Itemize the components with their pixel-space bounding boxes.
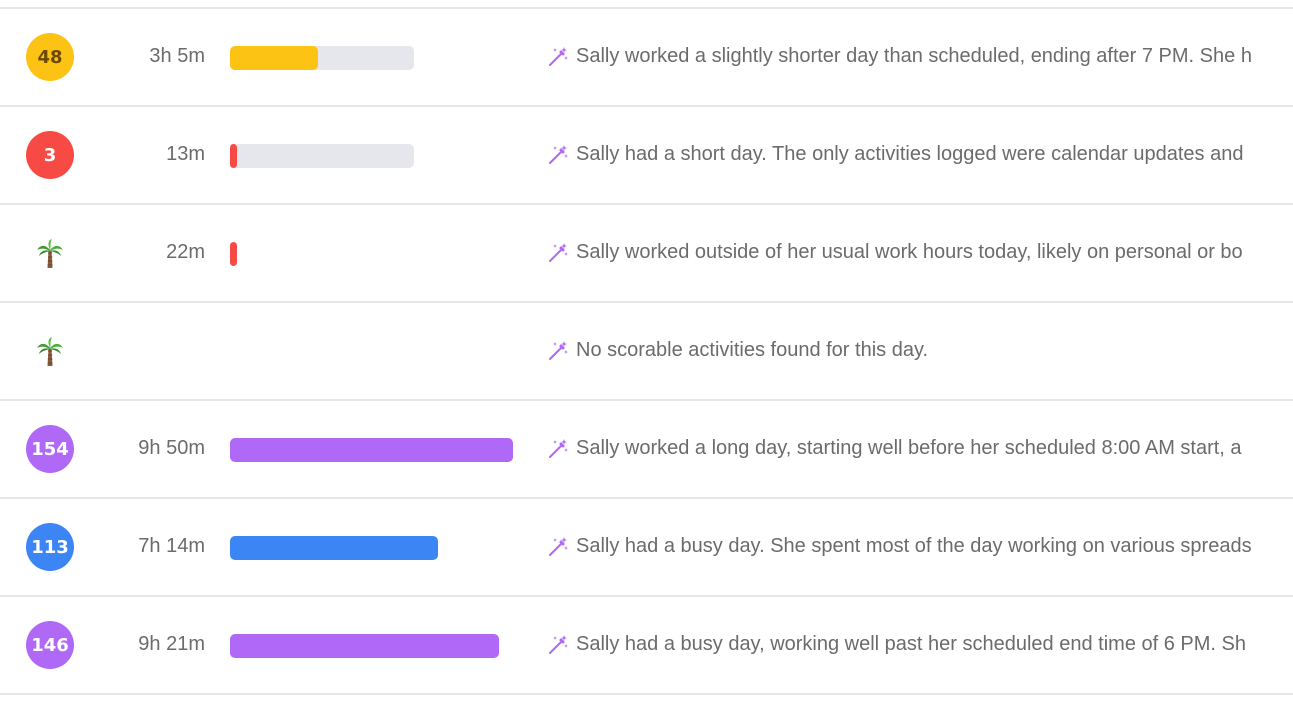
score-badge: 146 bbox=[26, 621, 74, 669]
duration-label: 13m bbox=[166, 143, 205, 165]
ai-summary: Sally worked a slightly shorter day than… bbox=[548, 45, 1252, 68]
activity-row[interactable]: 22m Sally worked outside of her usual wor… bbox=[0, 205, 1293, 303]
activity-row[interactable]: 154 9h 50m Sally worked a long day, starti… bbox=[0, 401, 1293, 499]
activity-list: 48 3h 5m Sally worked a slightly shorter d… bbox=[0, 7, 1293, 695]
score-badge: 3 bbox=[26, 131, 74, 179]
summary-text: No scorable activities found for this da… bbox=[576, 339, 929, 361]
progress-bar-fill bbox=[230, 144, 237, 168]
magic-wand-icon bbox=[548, 46, 569, 67]
progress-bar bbox=[230, 536, 438, 560]
progress-bar-fill bbox=[230, 46, 318, 70]
progress-bar bbox=[230, 634, 499, 658]
progress-bar bbox=[230, 46, 414, 70]
palm-tree-icon bbox=[36, 337, 64, 367]
progress-bar-fill bbox=[230, 242, 237, 266]
magic-wand-icon bbox=[548, 438, 569, 459]
progress-bar bbox=[230, 242, 237, 266]
ai-summary: Sally had a short day. The only activiti… bbox=[548, 143, 1243, 166]
duration-label: 3h 5m bbox=[149, 45, 205, 67]
summary-text: Sally had a short day. The only activiti… bbox=[576, 143, 1244, 165]
activity-row[interactable]: No scorable activities found for this da… bbox=[0, 303, 1293, 401]
ai-summary: No scorable activities found for this da… bbox=[548, 339, 928, 362]
score-badge: 154 bbox=[26, 425, 74, 473]
activity-row[interactable]: 3 13m Sally had a short day. The only acti… bbox=[0, 107, 1293, 205]
duration-label: 22m bbox=[166, 241, 205, 263]
progress-bar-fill bbox=[230, 536, 438, 560]
magic-wand-icon bbox=[548, 144, 569, 165]
progress-bar-fill bbox=[230, 634, 499, 658]
summary-text: Sally had a busy day. She spent most of … bbox=[576, 535, 1252, 557]
summary-text: Sally worked a slightly shorter day than… bbox=[576, 45, 1252, 67]
activity-row[interactable]: 48 3h 5m Sally worked a slightly shorter d… bbox=[0, 9, 1293, 107]
summary-text: Sally worked outside of her usual work h… bbox=[576, 241, 1243, 263]
activity-row[interactable]: 146 9h 21m Sally had a busy day, working w… bbox=[0, 597, 1293, 695]
ai-summary: Sally worked outside of her usual work h… bbox=[548, 241, 1243, 264]
duration-label: 9h 21m bbox=[138, 633, 205, 655]
duration-label: 7h 14m bbox=[138, 535, 205, 557]
score-badge: 48 bbox=[26, 33, 74, 81]
ai-summary: Sally worked a long day, starting well b… bbox=[548, 437, 1242, 460]
score-badge: 113 bbox=[26, 523, 74, 571]
magic-wand-icon bbox=[548, 634, 569, 655]
summary-text: Sally had a busy day, working well past … bbox=[576, 633, 1246, 655]
activity-row[interactable]: 113 7h 14m Sally had a busy day. She spent… bbox=[0, 499, 1293, 597]
palm-tree-icon bbox=[36, 239, 64, 269]
progress-bar bbox=[230, 144, 414, 168]
duration-label: 9h 50m bbox=[138, 437, 205, 459]
progress-bar-fill bbox=[230, 438, 513, 462]
summary-text: Sally worked a long day, starting well b… bbox=[576, 437, 1242, 459]
magic-wand-icon bbox=[548, 242, 569, 263]
ai-summary: Sally had a busy day, working well past … bbox=[548, 633, 1246, 656]
magic-wand-icon bbox=[548, 536, 569, 557]
ai-summary: Sally had a busy day. She spent most of … bbox=[548, 535, 1252, 558]
progress-bar bbox=[230, 438, 513, 462]
magic-wand-icon bbox=[548, 340, 569, 361]
